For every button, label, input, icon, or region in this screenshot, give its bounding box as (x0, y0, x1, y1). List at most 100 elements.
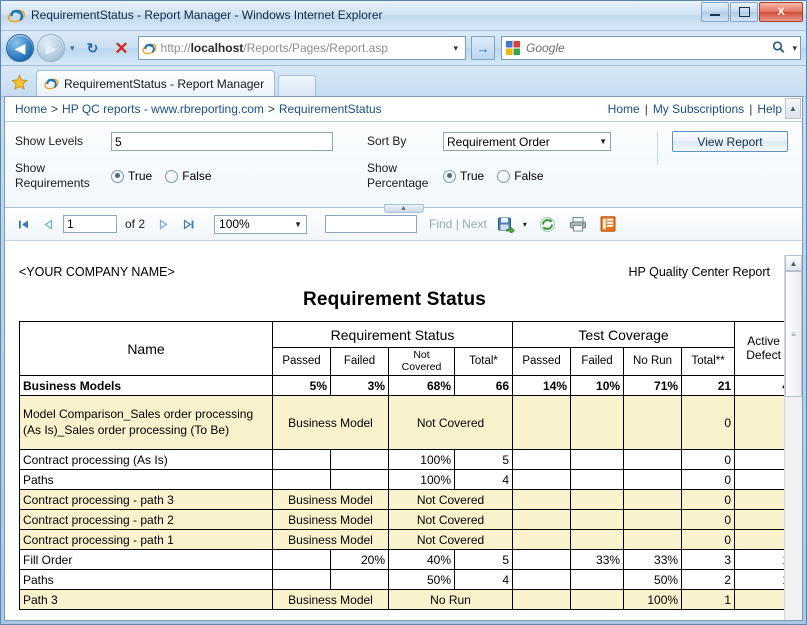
cell-name: Fill Order (19, 549, 273, 570)
cell-tc-no-run (623, 509, 683, 530)
find-input[interactable] (325, 215, 418, 233)
cell-tc-failed (570, 529, 625, 550)
refresh-button[interactable]: ↻ (80, 35, 106, 61)
cell-rs-not-covered: 100% (388, 469, 455, 490)
table-row: Paths50%450%21 (19, 569, 794, 590)
cell-name: Model Comparison_Sales order processing … (19, 395, 273, 450)
go-button[interactable]: → (471, 36, 495, 60)
refresh-icon[interactable] (537, 213, 559, 235)
report-scroll-thumb[interactable]: ≡ (785, 271, 802, 397)
sort-by-value: Requirement Order (447, 134, 550, 149)
close-button[interactable]: X (759, 2, 803, 22)
page-content: Home > HP QC reports - www.rbreporting.c… (4, 96, 803, 621)
search-magnifier-icon[interactable] (770, 38, 791, 59)
breadcrumb-item-home[interactable]: Home (15, 102, 47, 116)
favorites-star-icon[interactable] (6, 70, 32, 94)
link-help[interactable]: Help (757, 102, 782, 116)
show-requirements-false-radio[interactable] (165, 169, 179, 183)
show-requirements-label-line1: Show (15, 161, 46, 175)
cell-rs-failed (330, 569, 389, 590)
breadcrumb-item-report[interactable]: RequirementStatus (279, 102, 382, 116)
cell-tc-no-run (623, 395, 683, 450)
col-rs-failed: Failed (330, 347, 389, 376)
title-bar: RequirementStatus - Report Manager - Win… (0, 0, 807, 31)
report-parameters-panel: Show Levels 5 Sort By Requirement Order … (5, 122, 802, 213)
breadcrumb-bar: Home > HP QC reports - www.rbreporting.c… (5, 97, 802, 122)
cell-tc-no-run (623, 469, 683, 490)
go-arrow-icon: → (476, 40, 490, 56)
maximize-button[interactable] (730, 2, 758, 22)
address-dropdown-icon[interactable]: ▾ (448, 43, 463, 54)
breadcrumb-item-folder[interactable]: HP QC reports - www.rbreporting.com (62, 102, 264, 116)
zoom-select[interactable]: 100% ▼ (214, 214, 308, 234)
refresh-icon: ↻ (86, 39, 99, 56)
stop-button[interactable]: ✕ (109, 35, 135, 61)
table-row: Fill Order20%40%533%33%31 (19, 549, 794, 570)
page-number-input[interactable]: 1 (63, 215, 117, 233)
forward-button[interactable]: ▶ (37, 34, 65, 62)
cell-tc-no-run: 33% (623, 549, 683, 570)
search-box[interactable]: Google ▾ (501, 36, 801, 60)
show-percentage-true-radio[interactable] (443, 169, 456, 183)
find-next-label[interactable]: Find | Next (421, 217, 487, 231)
zoom-value: 100% (219, 217, 250, 231)
cell-tc-total: 0 (681, 395, 736, 450)
cell-rs-total: 4 (453, 569, 514, 590)
browser-tab-requirementstatus[interactable]: RequirementStatus - Report Manager (36, 70, 276, 96)
cell-name: Contract processing - path 3 (19, 489, 273, 510)
cell-rs-not-covered: 100% (388, 449, 455, 470)
cell-not-covered-span: Not Covered (387, 395, 514, 450)
cell-rs-total: 66 (453, 375, 514, 396)
cell-rs-passed: 5% (272, 375, 331, 396)
active-defect-line1: Active (747, 333, 780, 348)
address-input[interactable]: http://localhost/Reports/Pages/Report.as… (137, 36, 466, 60)
cell-tc-no-run: 50% (623, 569, 683, 590)
cell-requirement-status-span: Business Model (272, 589, 389, 610)
show-requirements-true-radio[interactable] (111, 169, 124, 183)
cell-tc-passed (512, 509, 572, 530)
cell-name: Paths (19, 469, 273, 490)
report-layout-icon[interactable] (597, 213, 619, 235)
new-tab-button[interactable] (278, 75, 317, 96)
minimize-button[interactable] (701, 2, 729, 22)
radio-false-label: False (514, 169, 544, 183)
col-tc-passed: Passed (512, 347, 572, 376)
cell-tc-passed (512, 469, 572, 490)
cell-rs-total: 5 (453, 449, 514, 470)
sort-by-select[interactable]: Requirement Order ▼ (443, 132, 611, 151)
col-rs-not-covered: Not Covered (388, 347, 455, 376)
window-title: RequirementStatus - Report Manager - Win… (31, 8, 383, 22)
link-my-subscriptions[interactable]: My Subscriptions (653, 102, 744, 116)
history-dropdown-icon[interactable]: ▾ (68, 43, 77, 54)
cell-tc-failed (570, 589, 625, 610)
export-dropdown-icon[interactable]: ▾ (521, 220, 529, 229)
cell-tc-failed (570, 569, 625, 590)
show-levels-input[interactable]: 5 (111, 132, 333, 151)
cell-name: Paths (19, 569, 273, 590)
cell-not-covered-span: Not Covered (387, 489, 514, 510)
parameter-row-2: Show Requirements True False Show Percen… (5, 161, 802, 191)
export-icon[interactable] (495, 213, 517, 235)
last-page-button[interactable] (178, 218, 200, 230)
first-page-button[interactable] (13, 219, 34, 230)
back-button[interactable]: ◀ (6, 34, 34, 62)
next-page-button[interactable] (153, 218, 174, 230)
report-body: <YOUR COMPANY NAME> HP Quality Center Re… (5, 255, 802, 620)
report-scroll-up-button[interactable]: ▲ (785, 255, 802, 271)
view-report-button[interactable]: View Report (672, 131, 788, 152)
show-percentage-radios: True False (443, 169, 553, 183)
print-icon[interactable] (567, 213, 589, 235)
report-scrollbar[interactable]: ▲ ≡ (784, 255, 802, 620)
previous-page-button[interactable] (38, 218, 59, 230)
link-home[interactable]: Home (608, 102, 640, 116)
page-favicon-icon (141, 41, 157, 56)
cell-name: Contract processing - path 2 (19, 509, 273, 530)
collapse-parameters-button[interactable]: ▲ (383, 204, 424, 213)
report-header: <YOUR COMPANY NAME> HP Quality Center Re… (19, 265, 770, 279)
show-percentage-false-radio[interactable] (497, 169, 511, 183)
cell-rs-failed (330, 449, 389, 470)
col-tc-no-run: No Run (623, 347, 683, 376)
table-header-row-top: Name Requirement Status Test Coverage Ac… (19, 321, 794, 376)
page-scroll-up-button[interactable]: ▲ (785, 98, 801, 119)
cell-rs-total: 4 (453, 469, 514, 490)
